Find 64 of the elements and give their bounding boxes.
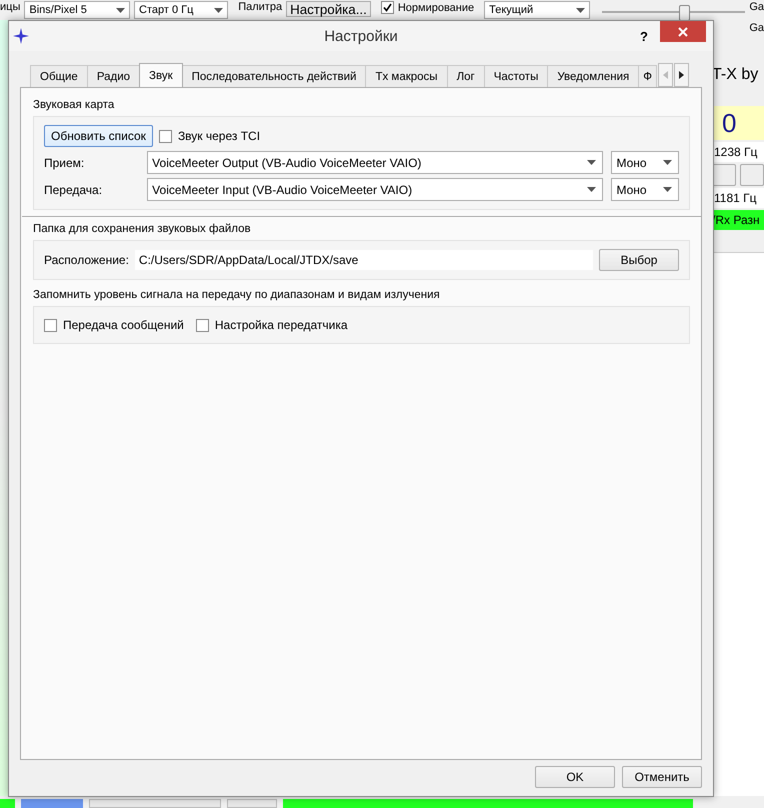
gain-label: Ga <box>749 1 764 13</box>
group-title: Папка для сохранения звуковых файлов <box>33 222 252 237</box>
checkbox[interactable] <box>158 130 172 142</box>
dialog-button[interactable]: Отменить <box>622 766 702 788</box>
label: ицы <box>0 1 20 13</box>
dialog-title: Настройки <box>324 28 398 44</box>
caret-icon <box>663 187 672 192</box>
tx-frequency: 1181 Гц <box>712 188 764 208</box>
group-title: Запомнить уровень сигнала на передачу по диапазонам и видам излучения <box>33 288 441 303</box>
tab[interactable]: Уведомления <box>547 65 640 87</box>
field-label: Расположение: <box>44 253 129 267</box>
left-arrow-icon <box>663 71 668 79</box>
checkbox-label: Передача сообщений <box>63 318 184 332</box>
channel-combo[interactable]: Моно <box>611 178 679 201</box>
checkbox[interactable] <box>196 318 209 332</box>
palette-button[interactable]: Настройка... <box>286 1 371 17</box>
path-field[interactable]: C:/Users/SDR/AppData/Local/JTDX/save <box>134 250 593 270</box>
bins-combo[interactable]: Bins/Pixel 5 <box>24 1 130 19</box>
group-title: Звуковая карта <box>33 98 116 113</box>
app-title: T-X by <box>712 66 760 84</box>
tab[interactable]: Звук <box>139 63 183 87</box>
palette-label: Палитра <box>238 1 282 13</box>
tab[interactable]: Tx макросы <box>365 65 448 87</box>
gain-label: Ga <box>749 22 764 34</box>
channel-combo[interactable]: Моно <box>611 151 679 174</box>
browse-button[interactable]: Выбор <box>599 249 679 271</box>
scroll-right-button[interactable] <box>674 63 689 87</box>
field-label: Передача: <box>44 182 104 196</box>
caret-icon <box>576 8 585 12</box>
device-combo[interactable]: VoiceMeeter Input (VB-Audio VoiceMeeter VAIO) <box>147 178 604 201</box>
slider-thumb[interactable] <box>678 5 690 21</box>
close-button[interactable] <box>660 21 706 42</box>
star-icon <box>13 28 29 44</box>
checkbox[interactable] <box>380 1 394 14</box>
up-button[interactable] <box>712 164 736 186</box>
down-button[interactable] <box>740 164 764 186</box>
caret-icon <box>587 160 596 165</box>
tab[interactable]: Частоты <box>484 65 548 87</box>
dialog-button[interactable]: OK <box>535 766 615 788</box>
help-button[interactable]: ? <box>640 28 648 44</box>
mode-combo[interactable]: Текущий <box>484 1 590 19</box>
rx-frequency: 1238 Гц <box>712 142 764 162</box>
checkbox-label: Настройка передатчика <box>214 318 348 332</box>
close-icon <box>678 26 688 36</box>
frequency-display: 0 <box>712 106 764 140</box>
tab[interactable]: Общие <box>30 65 88 87</box>
start-combo[interactable]: Старт 0 Гц <box>134 1 228 19</box>
caret-icon <box>663 160 672 165</box>
tab[interactable]: Последовательность действий <box>182 65 366 87</box>
status-panel <box>21 799 83 808</box>
field-label: Прием: <box>44 156 86 170</box>
normalize-label: Нормирование <box>398 2 474 14</box>
checkbox[interactable] <box>44 318 57 332</box>
caret-icon <box>214 8 224 12</box>
checkbox-label: Звук через TCI <box>178 129 260 143</box>
status-indicator <box>0 799 15 808</box>
tab[interactable]: Радио <box>86 65 140 87</box>
refresh-button[interactable]: Обновить список <box>44 125 153 147</box>
tab[interactable]: Лог <box>446 65 485 87</box>
tab[interactable]: Ф <box>638 65 657 87</box>
device-combo[interactable]: VoiceMeeter Output (VB-Audio VoiceMeeter VAIO) <box>147 151 604 174</box>
caret-icon <box>116 8 126 12</box>
caret-icon <box>587 187 596 192</box>
right-arrow-icon <box>679 71 684 79</box>
